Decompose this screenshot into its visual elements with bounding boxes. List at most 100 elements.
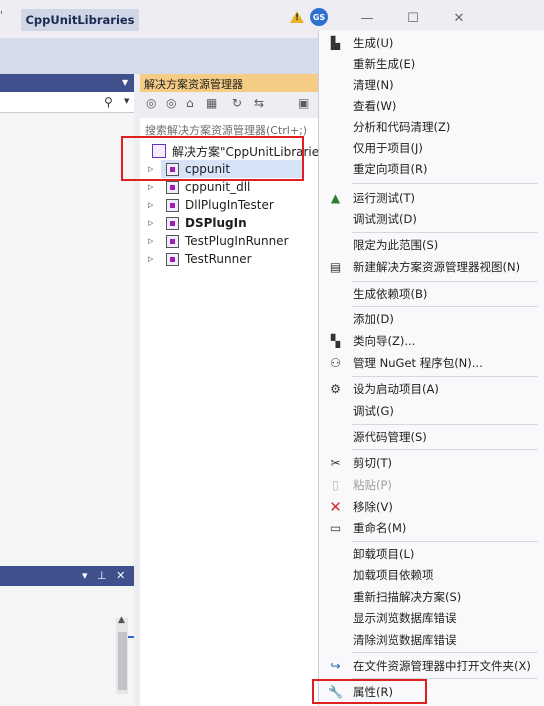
menu-item-label: 分析和代码清理(Z): [353, 120, 451, 134]
menu-item-build-dependencies[interactable]: 生成依赖项(B): [318, 283, 544, 305]
properties-icon[interactable]: ▣: [298, 96, 309, 110]
nuget-icon: ⚇: [330, 356, 341, 370]
avatar[interactable]: GS: [310, 8, 328, 26]
menu-item-source-control[interactable]: 源代码管理(S): [318, 426, 544, 448]
menu-item-retarget[interactable]: 重定向项目(R): [318, 158, 544, 180]
menu-item-clean[interactable]: 清理(N): [318, 74, 544, 96]
project-node-dsplugin[interactable]: ▷ DSPlugIn: [148, 214, 247, 232]
expand-arrow-icon[interactable]: ▷: [148, 201, 158, 209]
project-label: cppunit_dll: [185, 180, 251, 194]
menu-item-label: 调试测试(D): [353, 212, 417, 226]
search-icon[interactable]: ⚲: [104, 95, 113, 109]
build-icon: ▙: [330, 36, 341, 50]
menu-item-label: 运行测试(T): [353, 191, 415, 205]
class-wizard-icon: ▚: [330, 334, 341, 348]
scrollbar-thumb[interactable]: [118, 632, 127, 690]
menu-item-label: 剪切(T): [353, 456, 392, 470]
back-icon[interactable]: ◎: [146, 96, 156, 110]
expand-arrow-icon[interactable]: ▷: [148, 183, 158, 191]
minimize-button[interactable]: —: [356, 8, 378, 28]
menu-item-label: 清理(N): [353, 78, 394, 92]
menu-item-unload-project[interactable]: 卸载项目(L): [318, 543, 544, 565]
project-label: DllPlugInTester: [185, 198, 274, 212]
cpp-project-icon: [166, 180, 179, 194]
expand-arrow-icon[interactable]: ▷: [148, 255, 158, 263]
cpp-project-icon: [166, 198, 179, 212]
switch-views-icon[interactable]: ▦: [206, 96, 217, 110]
menu-item-label: 管理 NuGet 程序包(N)...: [353, 356, 483, 370]
highlight-box-cppunit: [121, 136, 304, 181]
menu-item-label: 移除(V): [353, 500, 393, 514]
left-panel-header: [0, 74, 134, 92]
forward-icon[interactable]: ◎: [166, 96, 176, 110]
menu-item-label: 类向导(Z)...: [353, 334, 416, 348]
menu-item-label: 粘贴(P): [353, 478, 392, 492]
menu-separator: [352, 541, 538, 542]
caret-marker: [128, 636, 134, 638]
menu-item-analyze[interactable]: 分析和代码清理(Z): [318, 116, 544, 138]
menu-item-class-wizard[interactable]: ▚ 类向导(Z)...: [318, 330, 544, 352]
history-icon[interactable]: ↻: [232, 96, 242, 110]
warning-mark-icon: !: [295, 13, 300, 23]
menu-item-debug-tests[interactable]: 调试测试(D): [318, 208, 544, 230]
expand-arrow-icon[interactable]: ▷: [148, 237, 158, 245]
rename-icon: ▭: [329, 521, 342, 535]
menu-item-project-only[interactable]: 仅用于项目(J): [318, 137, 544, 159]
menu-separator: [352, 306, 538, 307]
menu-item-add[interactable]: 添加(D): [318, 308, 544, 330]
sync-icon[interactable]: ⇆: [254, 96, 264, 110]
menu-item-label: 添加(D): [353, 312, 394, 326]
project-node-testrunner[interactable]: ▷ TestRunner: [148, 250, 252, 268]
bottom-panel-body: [0, 586, 134, 706]
menu-item-cut[interactable]: ✂ 剪切(T): [318, 452, 544, 474]
cpp-project-icon: [166, 252, 179, 266]
menu-item-load-dependencies[interactable]: 加载项目依赖项: [318, 564, 544, 586]
menu-item-rebuild[interactable]: 重新生成(E): [318, 53, 544, 75]
dropdown-arrow-icon[interactable]: ▼: [122, 78, 128, 87]
menu-item-label: 新建解决方案资源管理器视图(N): [353, 260, 521, 274]
menu-item-build[interactable]: ▙ 生成(U): [318, 32, 544, 54]
menu-item-label: 生成依赖项(B): [353, 287, 428, 301]
close-button[interactable]: ✕: [448, 8, 470, 28]
highlight-box-properties: [312, 679, 427, 704]
menu-item-open-in-explorer[interactable]: ↪ 在文件资源管理器中打开文件夹(X): [318, 655, 544, 677]
menu-item-debug[interactable]: 调试(G): [318, 400, 544, 422]
menu-item-label: 显示浏览数据库错误: [353, 611, 457, 625]
home-icon[interactable]: ⌂: [186, 96, 194, 110]
scroll-up-icon[interactable]: ▲: [118, 615, 125, 625]
menu-separator: [352, 449, 538, 450]
menu-item-label: 查看(W): [353, 99, 397, 113]
search-options-icon[interactable]: ▼: [124, 97, 129, 105]
cpp-project-icon: [166, 216, 179, 230]
project-node-testpluginrunner[interactable]: ▷ TestPlugInRunner: [148, 232, 289, 250]
menu-item-label: 重命名(M): [353, 521, 407, 535]
menu-item-label: 在文件资源管理器中打开文件夹(X): [353, 659, 531, 673]
menu-item-clear-db-errors[interactable]: 清除浏览数据库错误: [318, 629, 544, 651]
menu-item-paste: ▯ 粘贴(P): [318, 474, 544, 496]
menu-item-show-db-errors[interactable]: 显示浏览数据库错误: [318, 607, 544, 629]
maximize-button[interactable]: ☐: [402, 8, 424, 28]
expand-arrow-icon[interactable]: ▷: [148, 219, 158, 227]
menu-item-label: 重定向项目(R): [353, 162, 428, 176]
solution-explorer-title: 解决方案资源管理器: [144, 78, 243, 91]
menu-item-rename[interactable]: ▭ 重命名(M): [318, 517, 544, 539]
project-node-dllplugintester[interactable]: ▷ DllPlugInTester: [148, 196, 274, 214]
window-title: CppUnitLibraries: [21, 9, 139, 31]
menu-item-set-startup[interactable]: ⚙ 设为启动项目(A): [318, 378, 544, 400]
menu-item-label: 源代码管理(S): [353, 430, 427, 444]
menu-item-scope-to-this[interactable]: 限定为此范围(S): [318, 234, 544, 256]
menu-item-label: 清除浏览数据库错误: [353, 633, 457, 647]
menu-item-rescan-solution[interactable]: 重新扫描解决方案(S): [318, 586, 544, 608]
menu-item-run-tests[interactable]: ▲ 运行测试(T): [318, 187, 544, 209]
panel-pin-close-icons[interactable]: ▾ ⊥ ✕: [82, 569, 128, 582]
menu-separator: [352, 376, 538, 377]
cpp-project-icon: [166, 234, 179, 248]
menu-item-remove[interactable]: ✕ 移除(V): [318, 496, 544, 518]
left-panel-search[interactable]: [0, 92, 134, 113]
title-fragment: ': [0, 10, 3, 21]
gear-icon: ⚙: [330, 382, 341, 396]
menu-item-nuget[interactable]: ⚇ 管理 NuGet 程序包(N)...: [318, 352, 544, 374]
run-tests-icon: ▲: [330, 191, 341, 205]
menu-item-new-view[interactable]: ▤ 新建解决方案资源管理器视图(N): [318, 256, 544, 278]
menu-item-view[interactable]: 查看(W): [318, 95, 544, 117]
